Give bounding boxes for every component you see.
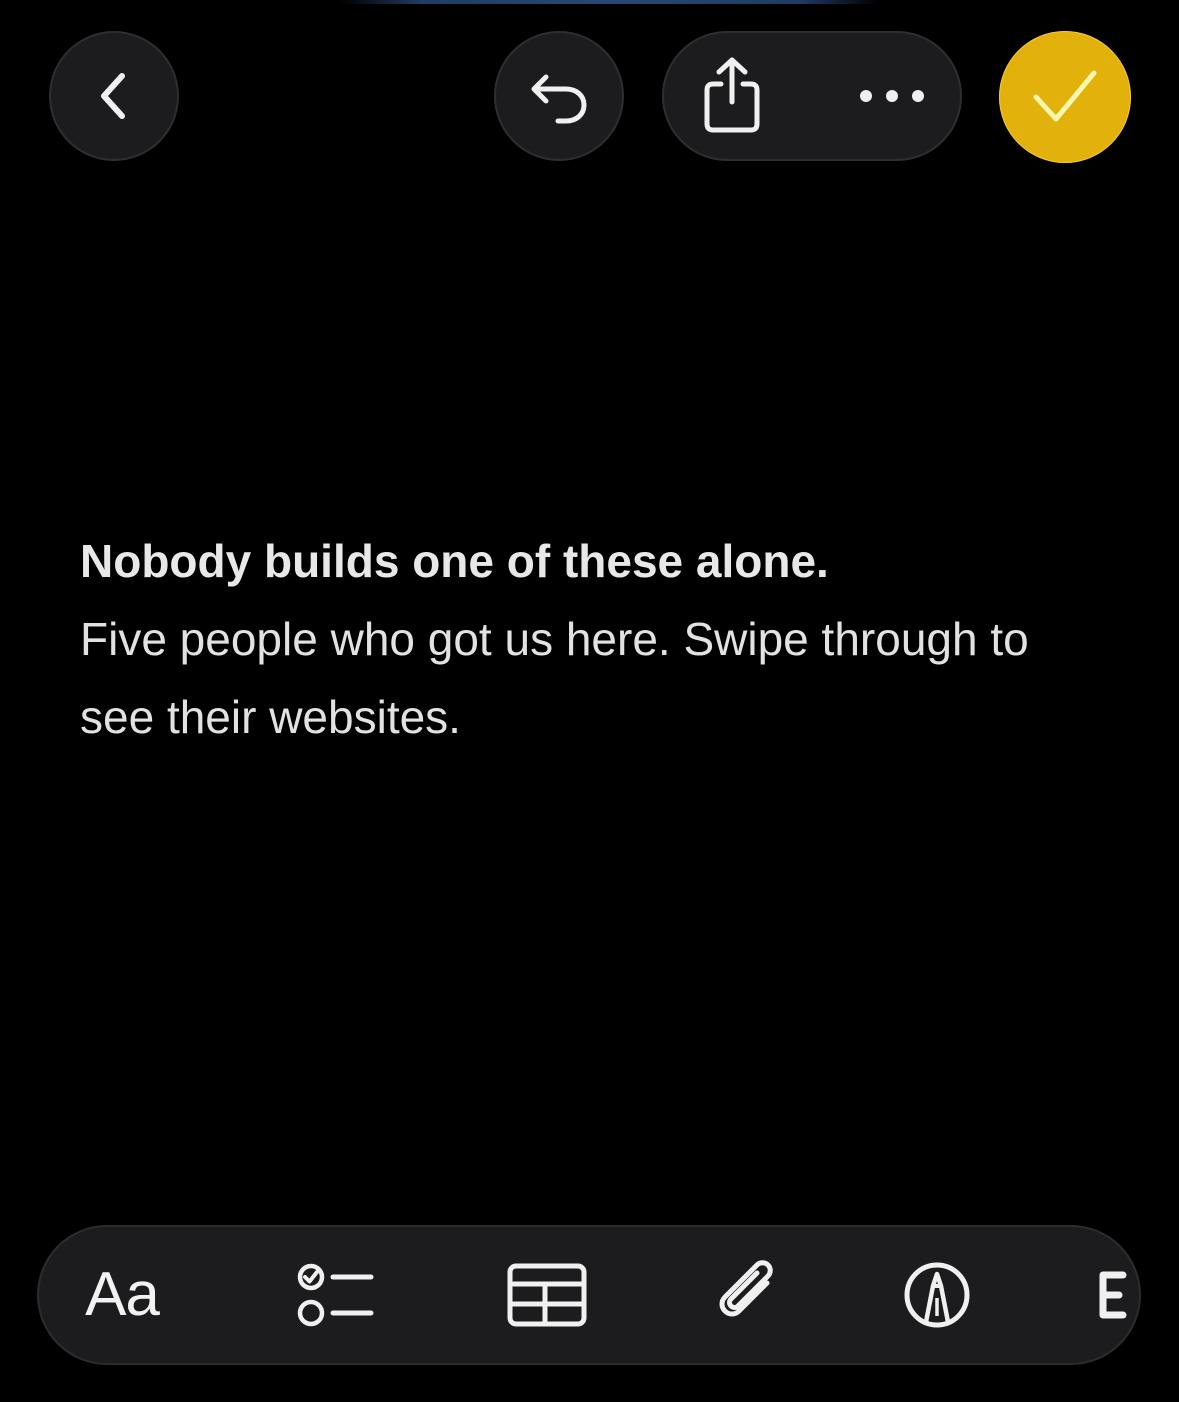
note-body: Five people who got us here. Swipe throu… xyxy=(80,613,1029,743)
undo-arrow-icon xyxy=(531,74,587,124)
undo-button[interactable] xyxy=(494,31,624,161)
more-options-button[interactable] xyxy=(842,31,942,161)
formatting-toolbar: Aa xyxy=(37,1225,1141,1365)
back-button[interactable] xyxy=(49,31,179,161)
ellipsis-icon xyxy=(860,90,924,102)
paperclip-icon xyxy=(719,1260,773,1317)
markup-pen-icon xyxy=(904,1262,970,1328)
table-icon xyxy=(507,1263,587,1327)
format-label: Aa xyxy=(85,1260,160,1329)
format-button[interactable]: Aa xyxy=(67,1225,177,1365)
note-title: Nobody builds one of these alone. xyxy=(80,535,829,587)
done-button[interactable] xyxy=(999,31,1131,163)
status-bar-indicator xyxy=(340,0,880,4)
checkmark-icon xyxy=(1033,70,1097,122)
share-more-group xyxy=(662,31,962,161)
note-text-area[interactable]: Nobody builds one of these alone. Five p… xyxy=(80,522,1100,756)
table-button[interactable] xyxy=(497,1225,597,1365)
attachment-button[interactable] xyxy=(697,1225,797,1365)
partially-visible-icon xyxy=(1099,1271,1127,1319)
checklist-icon xyxy=(297,1263,374,1327)
markup-button[interactable] xyxy=(887,1225,987,1365)
more-tools-button[interactable] xyxy=(1097,1225,1137,1365)
share-button[interactable] xyxy=(682,31,782,161)
share-icon xyxy=(704,57,760,133)
chevron-left-icon xyxy=(101,73,125,119)
checklist-button[interactable] xyxy=(287,1225,387,1365)
